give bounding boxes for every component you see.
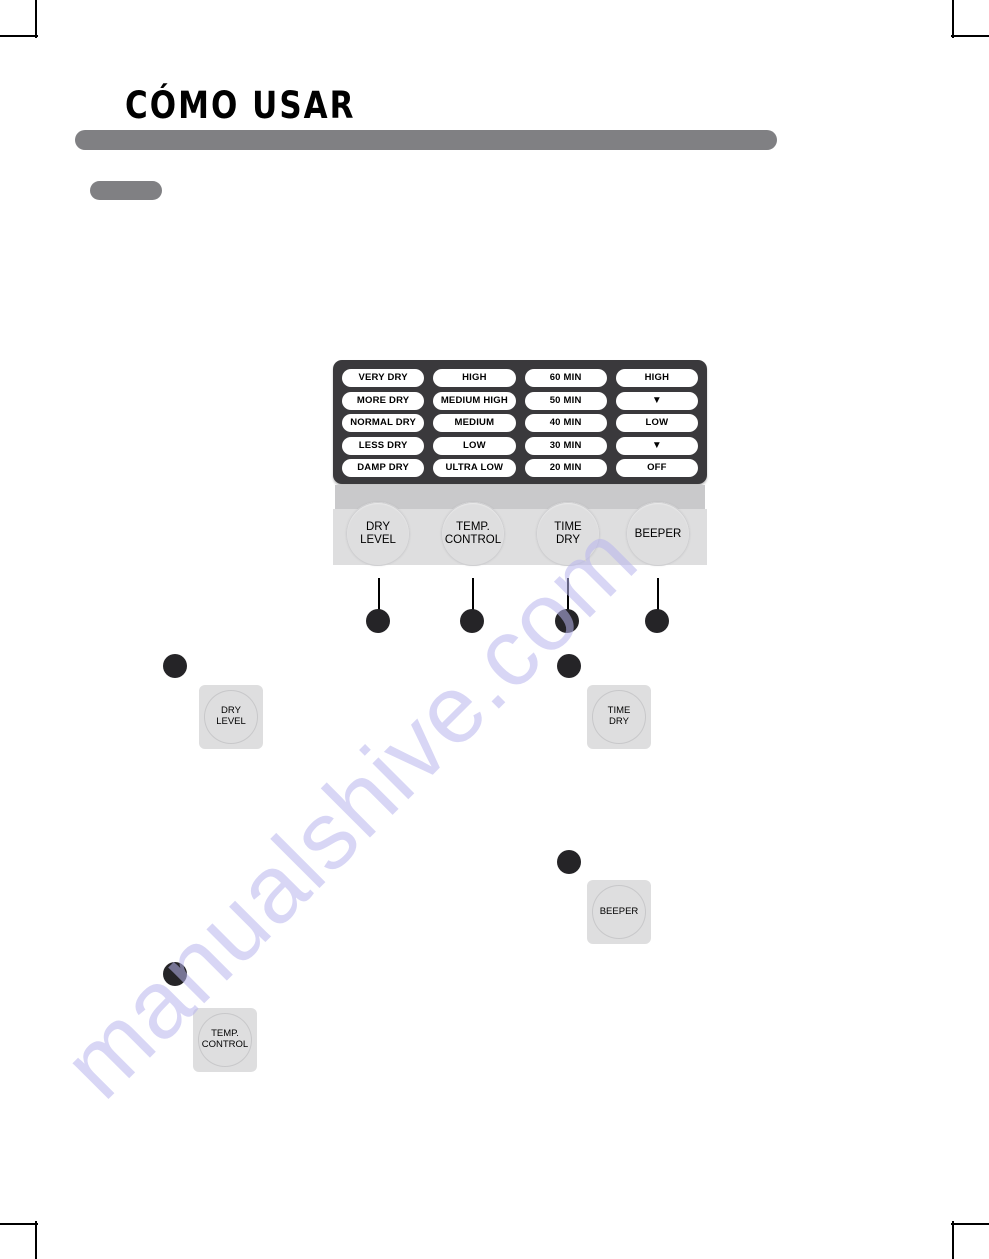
keycap-temp-control-face: TEMP. CONTROL (198, 1013, 252, 1067)
matrix-cell-beeper-3[interactable]: LOW (615, 414, 698, 432)
knob-dry-level-line1: DRY (365, 521, 391, 534)
matrix-cell-temp-5[interactable]: ULTRA LOW (433, 459, 516, 477)
page-canvas: CÓMO USAR VERY DRY HIGH 60 MIN HIGH MORE… (0, 0, 989, 1259)
knob-beeper[interactable]: BEEPER (626, 502, 690, 566)
keycap-dry-level-line2: LEVEL (216, 716, 246, 727)
step-bullet-temp-control (163, 962, 187, 986)
matrix-cell-time-5[interactable]: 20 MIN (524, 459, 607, 477)
page-title: CÓMO USAR (125, 84, 356, 127)
matrix-cell-beeper-5[interactable]: OFF (615, 459, 698, 477)
crop-mark-top-right-horizontal (951, 35, 989, 37)
knob-temp-control-line1: TEMP. (456, 521, 490, 534)
matrix-cell-temp-1[interactable]: HIGH (433, 369, 516, 387)
knob-time-dry-line1: TIME (554, 521, 582, 534)
keycap-beeper-face: BEEPER (592, 885, 646, 939)
keycap-time-dry-face: TIME DRY (592, 690, 646, 744)
matrix-cell-beeper-1[interactable]: HIGH (615, 369, 698, 387)
matrix-cell-dry-level-5[interactable]: DAMP DRY (342, 459, 425, 477)
matrix-cell-time-4[interactable]: 30 MIN (524, 436, 607, 455)
matrix-cell-dry-level-3[interactable]: NORMAL DRY (342, 414, 425, 432)
knob-row: DRY LEVEL TEMP. CONTROL TIME DRY BEEPER (333, 502, 707, 566)
matrix-cell-temp-2[interactable]: MEDIUM HIGH (433, 391, 516, 410)
keycap-dry-level-line1: DRY (221, 705, 241, 717)
keycap-beeper-label: BEEPER (599, 905, 639, 917)
keycap-time-dry-line2: DRY (609, 716, 629, 727)
crop-mark-top-right-vertical (952, 0, 954, 38)
matrix-cell-dry-level-4[interactable]: LESS DRY (342, 436, 425, 455)
crop-mark-bottom-right-vertical (952, 1221, 954, 1259)
keycap-time-dry-line1: TIME (607, 705, 631, 717)
matrix-cell-dry-level-2[interactable]: MORE DRY (342, 391, 425, 410)
matrix-cell-temp-4[interactable]: LOW (433, 436, 516, 455)
keycap-dry-level-face: DRY LEVEL (204, 690, 258, 744)
crop-mark-top-left-horizontal (0, 35, 38, 37)
knob-dry-level[interactable]: DRY LEVEL (346, 502, 410, 566)
leader-line-dry-level (378, 578, 380, 612)
keycap-beeper[interactable]: BEEPER (587, 880, 651, 944)
knob-dry-level-line2: LEVEL (360, 534, 396, 546)
callout-bullet-temp-control (460, 609, 484, 633)
keycap-temp-control-line1: TEMP. (211, 1028, 239, 1040)
control-panel-diagram: VERY DRY HIGH 60 MIN HIGH MORE DRY MEDIU… (333, 360, 707, 603)
knob-temp-control-line2: CONTROL (444, 534, 502, 546)
button-matrix-bezel: VERY DRY HIGH 60 MIN HIGH MORE DRY MEDIU… (333, 360, 707, 484)
section-header-bar (75, 130, 777, 150)
matrix-cell-beeper-4-chevron-down-icon[interactable]: ▼ (615, 436, 698, 455)
leader-line-beeper (657, 578, 659, 612)
knob-time-dry[interactable]: TIME DRY (536, 502, 600, 566)
crop-mark-top-left-vertical (35, 0, 37, 38)
subsection-tab (90, 181, 162, 200)
keycap-dry-level[interactable]: DRY LEVEL (199, 685, 263, 749)
leader-line-time-dry (567, 578, 569, 612)
button-matrix-grid: VERY DRY HIGH 60 MIN HIGH MORE DRY MEDIU… (342, 369, 698, 477)
step-bullet-dry-level (163, 654, 187, 678)
step-bullet-time-dry (557, 654, 581, 678)
crop-mark-bottom-left-vertical (35, 1221, 37, 1259)
knob-temp-control[interactable]: TEMP. CONTROL (441, 502, 505, 566)
knob-time-dry-line2: DRY (555, 534, 581, 546)
callout-bullet-dry-level (366, 609, 390, 633)
matrix-cell-beeper-2-chevron-down-icon[interactable]: ▼ (615, 391, 698, 410)
keycap-temp-control[interactable]: TEMP. CONTROL (193, 1008, 257, 1072)
callout-bullet-beeper (645, 609, 669, 633)
keycap-temp-control-line2: CONTROL (201, 1039, 249, 1050)
knob-beeper-label: BEEPER (634, 527, 682, 540)
matrix-cell-time-2[interactable]: 50 MIN (524, 391, 607, 410)
step-bullet-beeper (557, 850, 581, 874)
matrix-cell-time-3[interactable]: 40 MIN (524, 414, 607, 432)
matrix-cell-temp-3[interactable]: MEDIUM (433, 414, 516, 432)
crop-mark-bottom-right-horizontal (951, 1223, 989, 1225)
callout-bullet-time-dry (555, 609, 579, 633)
keycap-time-dry[interactable]: TIME DRY (587, 685, 651, 749)
leader-line-temp-control (472, 578, 474, 612)
matrix-cell-dry-level-1[interactable]: VERY DRY (342, 369, 425, 387)
matrix-cell-time-1[interactable]: 60 MIN (524, 369, 607, 387)
crop-mark-bottom-left-horizontal (0, 1223, 38, 1225)
